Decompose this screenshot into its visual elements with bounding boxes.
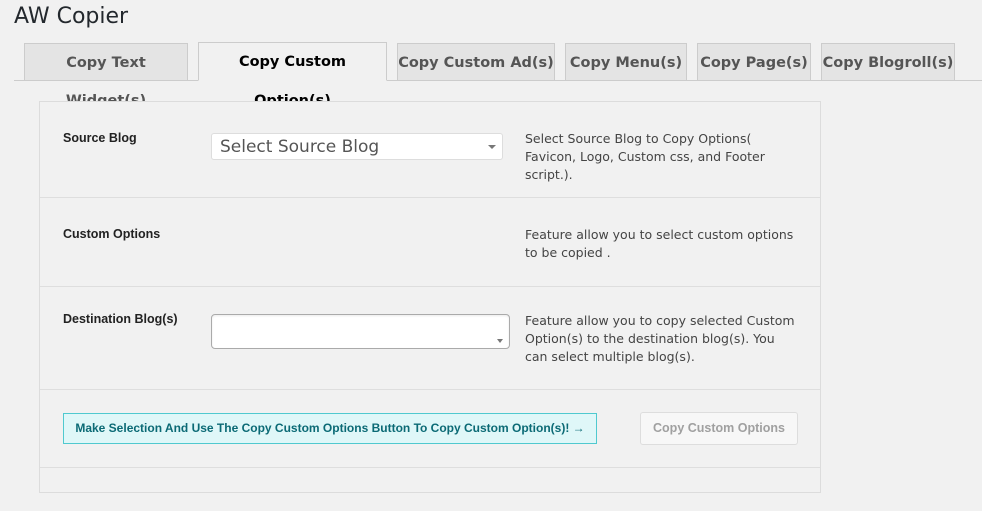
- tab-copy-menus[interactable]: Copy Menu(s): [565, 43, 687, 81]
- source-blog-description: Select Source Blog to Copy Options( Favi…: [525, 131, 765, 182]
- copy-instructions-button[interactable]: Make Selection And Use The Copy Custom O…: [63, 413, 597, 444]
- source-blog-placeholder: Select Source Blog: [220, 137, 380, 157]
- tab-bar: Copy Text Widget(s) Copy Custom Option(s…: [14, 42, 982, 109]
- source-blog-select[interactable]: Select Source Blog: [211, 133, 503, 160]
- tab-copy-text-widgets[interactable]: Copy Text Widget(s): [24, 43, 188, 109]
- custom-options-row: Custom Options Feature allow you to sele…: [40, 198, 820, 287]
- destination-blogs-multiselect[interactable]: [211, 314, 510, 349]
- source-blog-row: Source Blog Select Source Blog Select So…: [40, 102, 820, 198]
- destination-blogs-description: Feature allow you to copy selected Custo…: [525, 313, 795, 364]
- tab-copy-custom-ads[interactable]: Copy Custom Ad(s): [397, 43, 555, 81]
- source-blog-label: Source Blog: [63, 131, 137, 145]
- destination-blogs-row: Destination Blog(s) Feature allow you to…: [40, 287, 820, 390]
- chevron-down-icon: [488, 145, 496, 149]
- copy-custom-options-button[interactable]: Copy Custom Options: [640, 412, 798, 445]
- custom-options-description: Feature allow you to select custom optio…: [525, 227, 794, 260]
- tab-copy-pages[interactable]: Copy Page(s): [697, 43, 811, 81]
- destination-blogs-label: Destination Blog(s): [63, 312, 178, 326]
- tab-copy-blogrolls[interactable]: Copy Blogroll(s): [821, 43, 955, 81]
- custom-options-label: Custom Options: [63, 227, 161, 241]
- tab-copy-custom-options[interactable]: Copy Custom Option(s): [198, 42, 387, 109]
- chevron-down-icon: [497, 339, 503, 343]
- options-panel: Source Blog Select Source Blog Select So…: [39, 101, 821, 493]
- page-title: AW Copier: [14, 4, 129, 29]
